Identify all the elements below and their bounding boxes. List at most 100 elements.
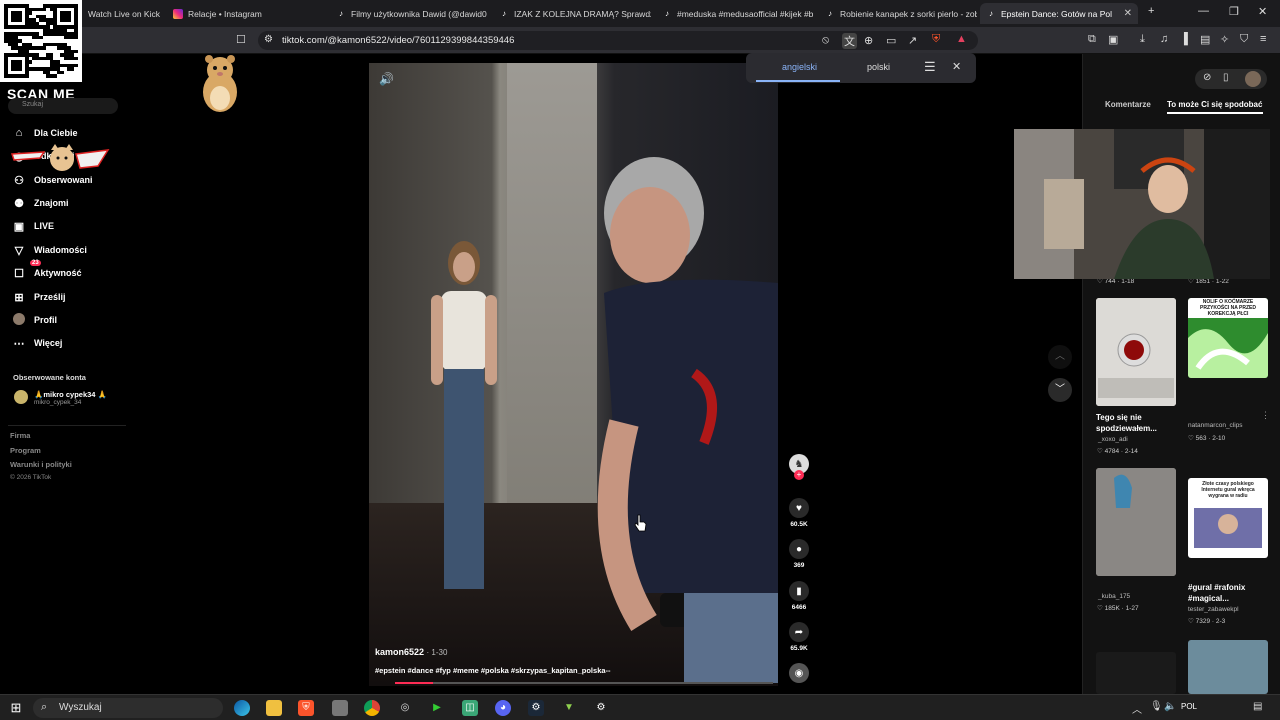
translate-icon[interactable]: 文 xyxy=(842,33,857,49)
speaker-icon[interactable]: 🔈 xyxy=(1164,701,1176,712)
app-icon[interactable]: ◎ xyxy=(397,700,413,716)
translate-source-lang[interactable]: angielski xyxy=(782,62,817,72)
bookmark-page-icon[interactable]: ☐ xyxy=(236,33,246,46)
save-button[interactable]: ▮ 6466 xyxy=(788,581,810,611)
leo-icon[interactable]: ✧ xyxy=(1220,33,1229,46)
share-page-icon[interactable]: ↗ xyxy=(908,34,917,47)
video-title[interactable]: #gural #rafonix #magical... xyxy=(1188,582,1278,604)
video-author[interactable]: tester_zabawekpl xyxy=(1188,606,1239,613)
previous-video-button[interactable]: ︿ xyxy=(1048,345,1072,369)
file-explorer-icon[interactable] xyxy=(266,700,282,716)
extensions-icon[interactable]: ⧉ xyxy=(1088,33,1096,46)
more-options-icon[interactable]: ⋮ xyxy=(1261,410,1270,421)
follow-plus-icon[interactable]: + xyxy=(794,470,804,480)
browser-tab[interactable]: ♪ IZAK Z KOLEJNA DRAMĄ? Sprawdź xyxy=(493,3,651,24)
hamburger-icon[interactable]: ☰ xyxy=(924,59,936,75)
suggested-video-thumb[interactable] xyxy=(1096,652,1176,694)
edge-icon[interactable] xyxy=(234,700,250,716)
steam-icon[interactable]: ⚙ xyxy=(528,700,544,716)
site-settings-icon[interactable]: ⚙ xyxy=(264,34,273,45)
video-author[interactable]: kamon6522 · 1-30 xyxy=(375,647,447,657)
next-video-button[interactable]: ﹀ xyxy=(1048,378,1072,402)
input-language[interactable]: POL xyxy=(1181,702,1197,711)
close-icon[interactable]: ✕ xyxy=(952,60,961,73)
close-window-icon[interactable]: ✕ xyxy=(1258,5,1267,18)
browser-tab[interactable]: ♪ #meduska #medusaofficial #kijek #b xyxy=(656,3,814,24)
suggested-video-thumb[interactable] xyxy=(1096,298,1176,406)
browser-tab[interactable]: Relacje • Instagram xyxy=(167,3,325,24)
followed-account[interactable]: 🙏mikro cypek34 🙏 mikro_cypek_34 xyxy=(14,390,107,406)
media-icon[interactable]: ♫ xyxy=(1160,33,1168,45)
creator-avatar[interactable]: ♞ + xyxy=(788,454,810,480)
vpn-icon[interactable]: ⛉ xyxy=(1240,33,1248,46)
suggested-video-thumb[interactable] xyxy=(1188,640,1268,694)
sidebar-item-more[interactable]: ⋯ Więcej xyxy=(12,334,63,352)
video-player[interactable] xyxy=(369,63,778,686)
close-tab-icon[interactable]: ✕ xyxy=(1124,8,1132,19)
new-tab-icon[interactable]: + xyxy=(1148,5,1154,17)
minimize-icon[interactable]: — xyxy=(1198,5,1209,17)
music-disc[interactable]: ◉ xyxy=(788,663,810,683)
browser-tab-active[interactable]: ♪ Epstein Dance: Gotów na Pol ✕ xyxy=(980,3,1138,24)
browser-tab[interactable]: ♪ Robienie kanapek z sorki pierlo - zob xyxy=(819,3,977,24)
app-icon[interactable]: ◫ xyxy=(462,700,478,716)
video-author[interactable]: _kuba_175 xyxy=(1098,593,1130,600)
browser-tab[interactable]: Watch Live on Kick xyxy=(82,3,162,24)
sidebar-item-for-you[interactable]: ⌂ Dla Ciebie xyxy=(12,124,78,142)
video-progress-bar[interactable] xyxy=(395,682,773,684)
footer-link-terms[interactable]: Warunki i polityki xyxy=(10,460,72,469)
app-icon[interactable] xyxy=(332,700,348,716)
tab-suggested[interactable]: To może Ci się spodobać xyxy=(1167,100,1262,109)
sidebar-item-friends[interactable]: ⚉ Znajomi xyxy=(12,194,68,212)
video-author[interactable]: natanmarcon_clips xyxy=(1188,422,1243,429)
footer-link-program[interactable]: Program xyxy=(10,446,41,455)
sidebar-icon[interactable]: ▐ xyxy=(1180,33,1188,45)
suggested-video-thumb[interactable]: Złote czasy polskiego Internetu gural wk… xyxy=(1188,478,1268,558)
search-input[interactable]: Szukaj xyxy=(8,98,118,114)
volume-icon[interactable]: 🔊 xyxy=(379,72,394,86)
brave-shield-icon[interactable]: ⛨ xyxy=(932,33,940,46)
notifications-icon[interactable]: ▤ xyxy=(1253,701,1262,712)
app-icon[interactable]: ▼ xyxy=(561,700,577,716)
video-hashtags[interactable]: #epstein #dance #fyp #meme #polska #skrz… xyxy=(375,666,611,675)
sidebar-item-upload[interactable]: ⊞ Prześlij xyxy=(12,288,65,306)
windows-start-icon[interactable]: ⊞ xyxy=(8,700,24,716)
wallet-icon[interactable]: ▣ xyxy=(1108,33,1118,46)
like-button[interactable]: ♥ 60.5K xyxy=(788,498,810,528)
discord-icon[interactable]: ◕ xyxy=(495,700,511,716)
sidebar-item-live[interactable]: ▣ LIVE xyxy=(12,217,54,235)
video-title[interactable]: Tego się nie spodziewałem... xyxy=(1096,412,1180,434)
tab-comments[interactable]: Komentarze xyxy=(1105,100,1151,109)
tab-search-icon[interactable]: ▤ xyxy=(1200,33,1210,46)
brave-icon[interactable]: ⛨ xyxy=(298,700,314,716)
sidebar-item-following[interactable]: ⚇ Obserwowani xyxy=(12,171,92,189)
sidebar-item-activity[interactable]: ☐ 23 Aktywność xyxy=(12,260,82,282)
footer-link-company[interactable]: Firma xyxy=(10,431,30,440)
address-bar[interactable]: ⚙ tiktok.com/@kamon6522/video/7601129399… xyxy=(258,31,978,50)
pip-icon[interactable]: ⊘ xyxy=(1203,72,1211,83)
menu-icon[interactable]: ≡ xyxy=(1260,33,1266,45)
taskbar-search[interactable]: ⌕ Wyszukaj xyxy=(33,698,223,718)
avatar[interactable] xyxy=(1245,71,1261,87)
microphone-icon[interactable]: 🎙 xyxy=(1150,701,1163,712)
comment-button[interactable]: ● 369 xyxy=(788,539,810,569)
suggested-video-thumb[interactable] xyxy=(1096,468,1176,576)
mobile-icon[interactable]: ▯ xyxy=(1223,72,1229,83)
maximize-icon[interactable]: ❐ xyxy=(1229,5,1239,18)
video-author[interactable]: _xoxo_adi xyxy=(1098,436,1128,443)
sidebar-item-profile[interactable]: Profil xyxy=(12,311,57,329)
zoom-icon[interactable]: ⊕ xyxy=(864,34,873,47)
cast-icon[interactable]: ▭ xyxy=(886,34,896,47)
share-button[interactable]: ➦ 65.9K xyxy=(788,622,810,652)
settings-icon[interactable]: ⚙ xyxy=(593,700,609,716)
translate-off-icon[interactable]: ⦸ xyxy=(822,34,829,47)
brave-rewards-icon[interactable]: ▲ xyxy=(956,33,967,45)
sidebar-item-messages[interactable]: ▽ Wiadomości xyxy=(12,241,87,259)
chrome-icon[interactable] xyxy=(364,700,380,716)
browser-tab[interactable]: ♪ Filmy użytkownika Dawid (@dawid0 xyxy=(330,3,488,24)
translate-target-lang[interactable]: polski xyxy=(867,62,890,72)
tray-chevron-icon[interactable]: ︿ xyxy=(1132,701,1142,716)
suggested-video-thumb[interactable]: NOLIF O KOĆMARZE PRZYKOŚCI NA PRZED KORE… xyxy=(1188,298,1268,378)
play-icon[interactable]: ▶ xyxy=(429,700,445,716)
downloads-icon[interactable]: ⤓ xyxy=(1140,33,1145,46)
